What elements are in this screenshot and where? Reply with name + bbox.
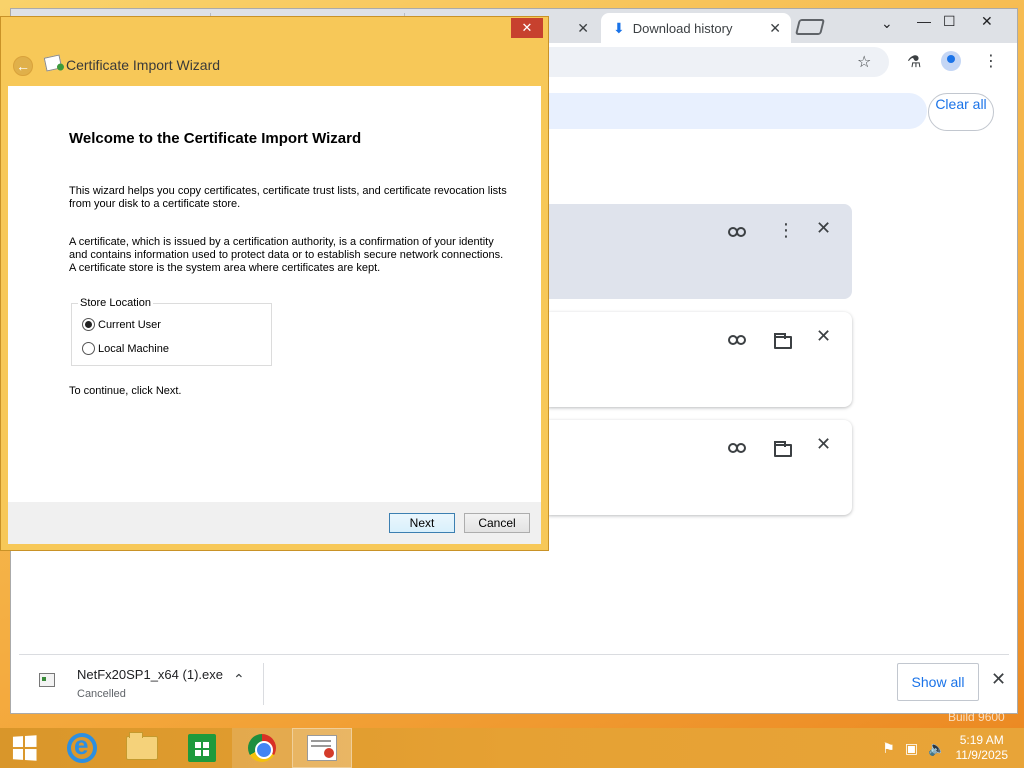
copy-link-icon[interactable]	[728, 335, 746, 345]
chevron-up-icon[interactable]: ⌃	[233, 671, 245, 688]
system-tray: ⚑ ▣ 🔈 5:19 AM 11/9/2025	[882, 733, 1024, 763]
tab-download-history[interactable]: ⬇ Download history ✕	[601, 13, 791, 43]
clock[interactable]: 5:19 AM 11/9/2025	[956, 733, 1009, 763]
flag-icon[interactable]: ⚑	[882, 740, 895, 757]
download-icon: ⬇	[613, 19, 625, 36]
store-location-group: Store Location Current User Local Machin…	[71, 297, 272, 366]
more-actions-icon[interactable]: ⋮	[777, 220, 795, 241]
address-bar[interactable]	[541, 47, 889, 77]
file-explorer-icon	[126, 732, 158, 760]
tab-search-icon[interactable]: ⌄	[881, 15, 893, 32]
radio-current-user[interactable]: Current User	[82, 318, 161, 331]
clock-time: 5:19 AM	[959, 733, 1004, 747]
tab-close-icon[interactable]: ✕	[577, 20, 589, 37]
next-button[interactable]: Next	[389, 513, 455, 533]
chrome-icon	[248, 734, 276, 762]
wizard-content: Welcome to the Certificate Import Wizard…	[8, 86, 541, 502]
back-arrow-icon[interactable]: ←	[13, 56, 33, 76]
show-in-folder-icon[interactable]	[774, 441, 792, 457]
new-tab-icon[interactable]	[795, 19, 825, 35]
labs-flask-icon[interactable]: ⚗	[907, 52, 921, 72]
show-all-button[interactable]: Show all	[897, 663, 979, 701]
download-shelf: NetFx20SP1_x64 (1).exe Cancelled ⌃ Show …	[19, 654, 1009, 712]
internet-explorer-icon	[67, 730, 97, 763]
maximize-icon[interactable]: ☐	[943, 13, 956, 30]
taskbar: ⚑ ▣ 🔈 5:19 AM 11/9/2025	[0, 728, 1024, 768]
bookmark-star-icon[interactable]: ☆	[857, 52, 871, 72]
radio-local-machine[interactable]: Local Machine	[82, 342, 169, 355]
volume-muted-icon[interactable]: 🔈	[928, 740, 945, 757]
certificate-import-wizard: ✕ ← Certificate Import Wizard Welcome to…	[0, 16, 549, 551]
wizard-footer: Next Cancel	[8, 502, 541, 544]
download-card[interactable]: ✕	[548, 420, 852, 515]
cancel-button[interactable]: Cancel	[464, 513, 530, 533]
taskbar-internet-explorer[interactable]	[52, 728, 112, 768]
download-card[interactable]: ✕	[548, 312, 852, 407]
remove-icon[interactable]: ✕	[816, 326, 831, 347]
taskbar-file-explorer[interactable]	[112, 728, 172, 768]
taskbar-store[interactable]	[172, 728, 232, 768]
wizard-intro-text: This wizard helps you copy certificates,…	[69, 185, 507, 210]
shelf-file-name[interactable]: NetFx20SP1_x64 (1).exe	[77, 667, 223, 682]
close-shelf-icon[interactable]: ✕	[991, 669, 1006, 690]
clear-all-button[interactable]: Clear all	[928, 93, 994, 131]
continue-hint: To continue, click Next.	[69, 385, 182, 397]
remove-icon[interactable]: ✕	[816, 218, 831, 239]
radio-button-checked[interactable]	[82, 318, 95, 331]
wizard-title: Certificate Import Wizard	[66, 57, 221, 73]
search-downloads-bar[interactable]	[541, 93, 927, 129]
divider	[263, 663, 264, 705]
download-card[interactable]: ⋮ ✕	[548, 204, 852, 299]
wizard-heading: Welcome to the Certificate Import Wizard	[69, 130, 362, 147]
copy-link-icon[interactable]	[728, 443, 746, 453]
network-icon[interactable]: ▣	[905, 740, 918, 757]
shelf-file-status: Cancelled	[77, 688, 126, 700]
copy-link-icon[interactable]	[728, 227, 746, 237]
store-icon	[188, 734, 216, 762]
certificate-wizard-icon	[307, 735, 337, 761]
tab-close-icon[interactable]: ✕	[769, 20, 781, 37]
tab-title: Download history	[632, 20, 733, 36]
radio-label: Local Machine	[98, 342, 169, 355]
windows-logo-icon	[12, 735, 37, 761]
taskbar-certificate-wizard[interactable]	[292, 728, 352, 768]
clock-date: 11/9/2025	[955, 748, 1009, 762]
radio-button[interactable]	[82, 342, 95, 355]
profile-avatar-icon[interactable]	[941, 51, 961, 71]
store-location-legend: Store Location	[78, 297, 153, 309]
certificate-icon	[43, 54, 63, 72]
minimize-icon[interactable]: —	[917, 13, 931, 29]
radio-label: Current User	[98, 318, 161, 331]
show-in-folder-icon[interactable]	[774, 333, 792, 349]
start-button[interactable]	[0, 728, 48, 768]
file-icon	[39, 673, 55, 687]
wizard-description-text: A certificate, which is issued by a cert…	[69, 236, 504, 274]
menu-kebab-icon[interactable]: ⋮	[983, 51, 999, 71]
taskbar-chrome[interactable]	[232, 728, 292, 768]
remove-icon[interactable]: ✕	[816, 434, 831, 455]
wizard-close-button[interactable]: ✕	[511, 18, 543, 38]
close-window-icon[interactable]: ✕	[981, 13, 993, 30]
build-watermark: Build 9600	[948, 710, 1005, 724]
